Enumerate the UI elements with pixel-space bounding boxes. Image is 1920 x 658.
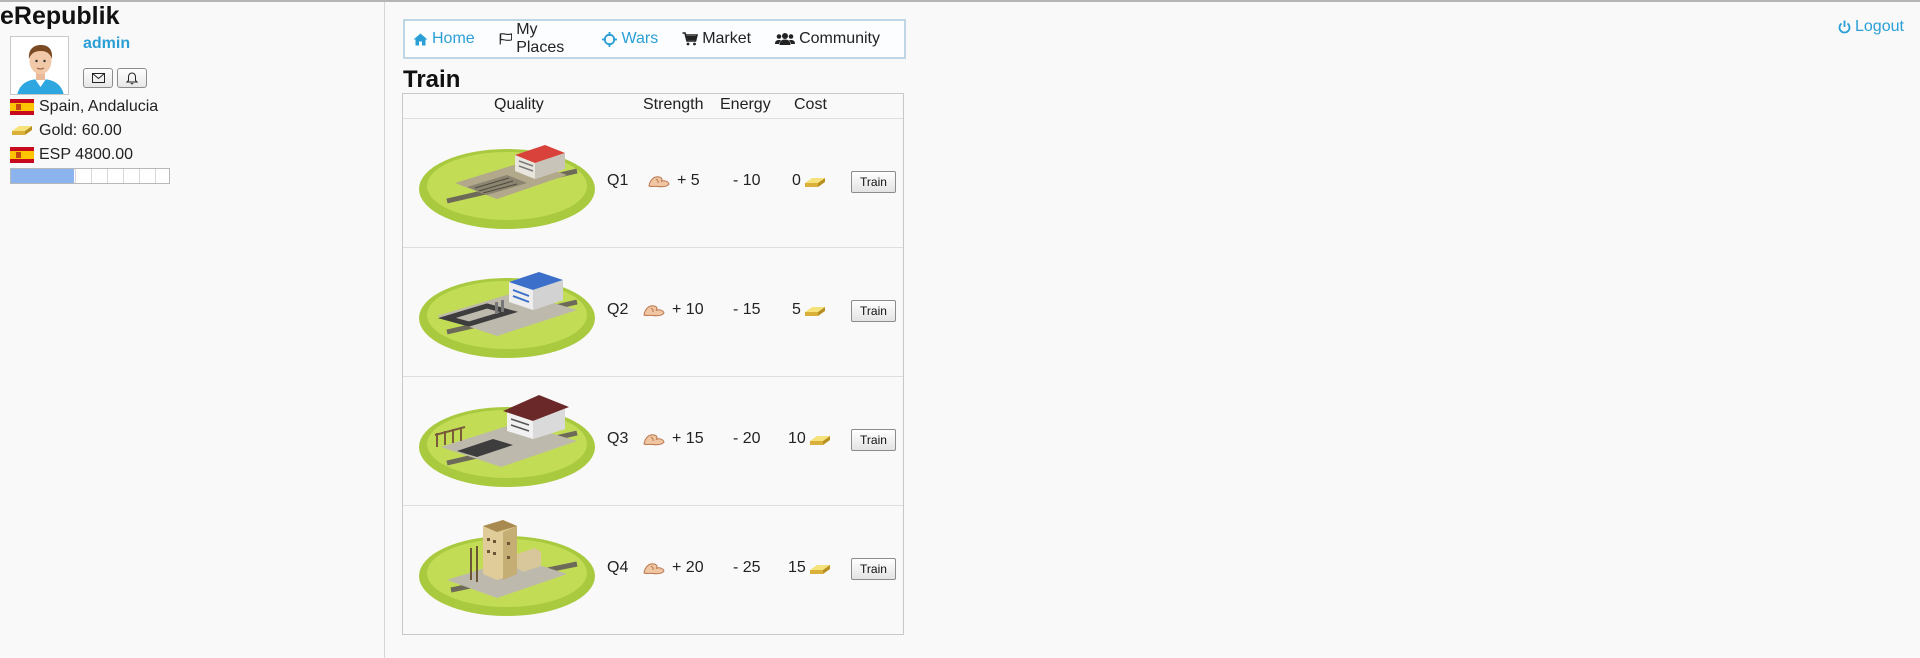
username-link[interactable]: admin — [83, 35, 130, 53]
gold-bar-icon — [804, 178, 825, 187]
location-text: Spain, Andalucia — [39, 98, 159, 115]
progress-segment — [139, 169, 140, 183]
cost-cell: 15 — [788, 559, 832, 577]
sidebar: eRepublik admin Spain, Andalucia Gold: 6… — [0, 2, 385, 658]
strength-cell: + 20 — [643, 559, 704, 577]
train-button-q4[interactable]: Train — [851, 558, 896, 580]
nav-community[interactable]: Community — [775, 30, 880, 48]
gold-row: Gold: 60.00 — [10, 122, 122, 140]
envelope-icon — [91, 73, 105, 83]
cost-cell: 10 — [788, 430, 832, 448]
progress-segment — [123, 169, 124, 183]
nav-wars[interactable]: Wars — [602, 30, 658, 48]
quality-label: Q3 — [607, 430, 629, 447]
training-facility-q2-image — [419, 272, 595, 358]
table-row: Q3 + 15 - 20 10 Train — [403, 377, 903, 506]
flag-icon — [499, 33, 512, 45]
table-header: Quality Strength Energy Cost — [403, 94, 903, 119]
logout-link[interactable]: Logout — [1838, 18, 1904, 36]
spain-flag-icon — [10, 99, 34, 115]
gold-bar-icon — [809, 565, 830, 574]
messages-button[interactable] — [83, 68, 113, 88]
energy-value: - 10 — [733, 172, 761, 189]
experience-progress-bar — [10, 168, 170, 184]
energy-value: - 25 — [733, 559, 761, 576]
main-nav: Home My Places Wars Market Community — [403, 19, 906, 59]
users-icon — [775, 33, 796, 45]
spain-flag-icon — [10, 147, 34, 163]
quality-label: Q2 — [607, 301, 629, 318]
train-table: Quality Strength Energy Cost Q1 + 5 - 10 — [402, 93, 904, 635]
train-button-q2[interactable]: Train — [851, 300, 896, 322]
train-button-q1[interactable]: Train — [851, 171, 896, 193]
home-icon — [413, 33, 428, 45]
cart-icon — [682, 32, 699, 46]
page-title: Train — [403, 66, 461, 93]
progress-segment — [155, 169, 156, 183]
training-facility-q3-image — [419, 395, 595, 487]
gold-bar-icon — [804, 307, 825, 316]
brand-title: eRepublik — [0, 2, 120, 30]
table-row: Q4 + 20 - 25 15 Train — [403, 506, 903, 635]
bell-icon — [126, 71, 138, 84]
location-row: Spain, Andalucia — [10, 98, 158, 116]
progress-segment — [75, 169, 76, 183]
table-row: Q1 + 5 - 10 0 Train — [403, 119, 903, 248]
arm-strength-icon — [643, 563, 665, 575]
currency-amount: ESP 4800.00 — [39, 146, 134, 163]
cost-cell: 5 — [792, 301, 827, 319]
header-cost: Cost — [794, 96, 827, 113]
nav-my-places[interactable]: My Places — [499, 21, 579, 57]
notifications-button[interactable] — [117, 68, 147, 88]
energy-value: - 20 — [733, 430, 761, 447]
cost-cell: 0 — [792, 172, 827, 190]
header-strength: Strength — [643, 96, 704, 113]
training-facility-q1-image — [419, 145, 595, 229]
strength-cell: + 5 — [648, 172, 700, 190]
progress-segment — [107, 169, 108, 183]
power-icon — [1838, 20, 1851, 34]
header-energy: Energy — [720, 96, 771, 113]
gold-bar-icon — [809, 436, 830, 445]
gold-bar-icon — [10, 122, 34, 141]
currency-row: ESP 4800.00 — [10, 146, 133, 164]
avatar-image — [11, 37, 68, 94]
strength-cell: + 10 — [643, 301, 704, 319]
progress-segment — [91, 169, 92, 183]
energy-value: - 15 — [733, 301, 761, 318]
avatar[interactable] — [10, 36, 69, 95]
nav-market[interactable]: Market — [682, 30, 751, 48]
progress-fill — [11, 169, 75, 183]
table-row: Q2 + 10 - 15 5 Train — [403, 248, 903, 377]
training-facility-q4-image — [419, 520, 595, 616]
crosshair-icon — [602, 31, 618, 47]
nav-home[interactable]: Home — [413, 30, 475, 48]
quality-label: Q4 — [607, 559, 629, 576]
header-quality: Quality — [494, 96, 544, 113]
quality-label: Q1 — [607, 172, 629, 189]
gold-amount: Gold: 60.00 — [39, 122, 122, 139]
train-button-q3[interactable]: Train — [851, 429, 896, 451]
arm-strength-icon — [648, 176, 670, 188]
strength-cell: + 15 — [643, 430, 704, 448]
arm-strength-icon — [643, 434, 665, 446]
arm-strength-icon — [643, 305, 665, 317]
